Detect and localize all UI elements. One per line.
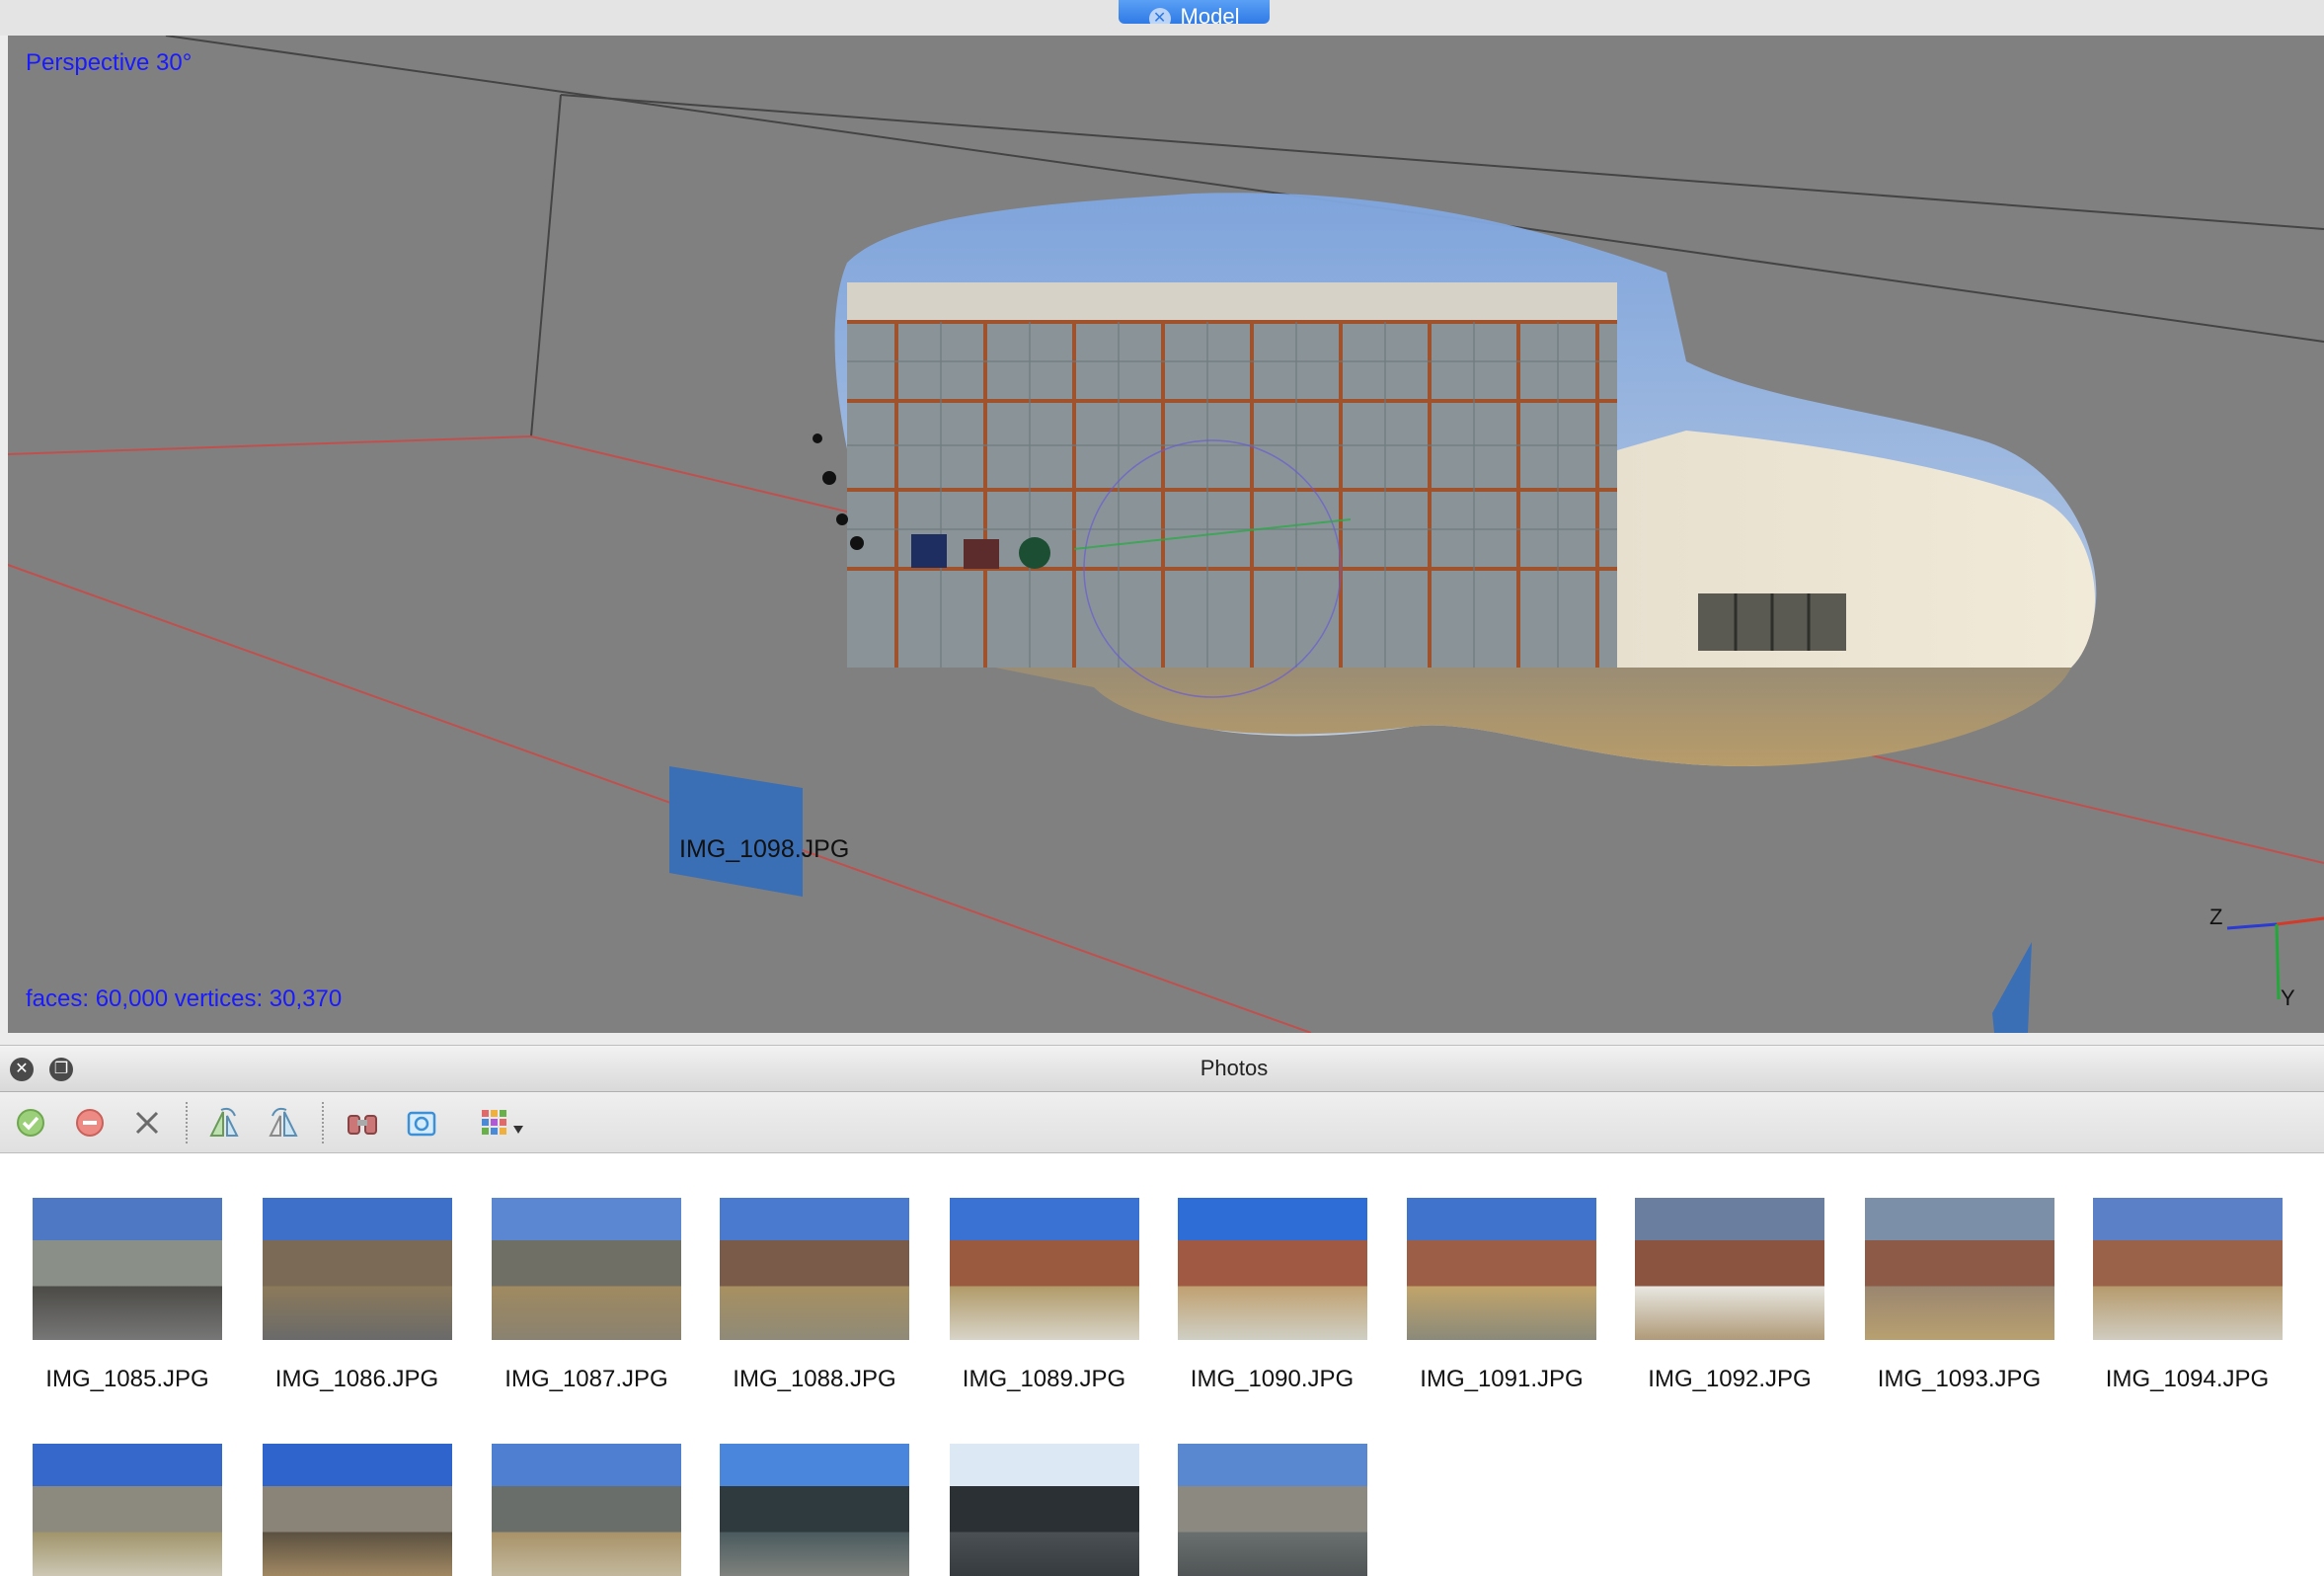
x-icon: [135, 1111, 159, 1135]
photos-toolbar: [0, 1092, 2324, 1153]
photo-thumbnail[interactable]: [949, 1444, 1139, 1576]
photos-titlebar: ✕ ❐ Photos: [0, 1045, 2324, 1092]
model-scene: [8, 36, 2324, 1033]
enable-photos-button[interactable]: [12, 1104, 49, 1142]
photo-thumbnail[interactable]: [1864, 1198, 2054, 1340]
photo-thumbnail[interactable]: [2092, 1198, 2283, 1340]
rotate-right-button[interactable]: [205, 1104, 243, 1142]
photo-thumbnail[interactable]: [1635, 1198, 1824, 1340]
photo-filename: IMG_1092.JPG: [1648, 1366, 1812, 1392]
photo-thumbnail[interactable]: [262, 1444, 452, 1576]
remove-photos-button[interactable]: [128, 1104, 166, 1142]
rotate-right-icon: [209, 1107, 239, 1137]
photo-filename: IMG_1090.JPG: [1190, 1366, 1355, 1392]
minus-circle-icon: [76, 1109, 104, 1137]
grid-icon: [482, 1110, 523, 1135]
photo-filename: IMG_1087.JPG: [504, 1366, 668, 1392]
photos-panel: ✕ ❐ Photos IMG_1085.JPG IMG_1086.JPG IMG…: [0, 1045, 2324, 1576]
view-mode-dropdown[interactable]: [478, 1104, 537, 1142]
axis-label-z: Z: [2209, 905, 2223, 929]
close-icon[interactable]: ✕: [1148, 8, 1171, 24]
toolbar-separator: [186, 1102, 188, 1143]
chevron-down-icon: [513, 1126, 523, 1134]
camera-frustum: [669, 766, 803, 897]
photo-thumbnail[interactable]: [1177, 1444, 1367, 1576]
axis-label-y: Y: [2281, 985, 2295, 1010]
binoculars-icon: [348, 1115, 377, 1135]
photo-grid: IMG_1085.JPG IMG_1086.JPG IMG_1087.JPG IMG_…: [0, 1153, 2324, 1576]
camera-label[interactable]: IMG_1098.JPG: [679, 835, 849, 864]
photo-thumbnail[interactable]: [1407, 1198, 1596, 1340]
photo-thumbnail[interactable]: [33, 1198, 222, 1340]
panel-title: Photos: [1200, 1056, 1269, 1080]
mesh-stats: faces: 60,000 vertices: 30,370: [26, 985, 343, 1012]
photo-filename: IMG_1086.JPG: [274, 1366, 439, 1392]
photo-thumbnail[interactable]: [720, 1444, 909, 1576]
projection-label: Perspective 30°: [26, 49, 193, 76]
axis-gizmo: [2226, 916, 2324, 1000]
photo-thumbnail[interactable]: [949, 1198, 1139, 1340]
check-circle-icon: [17, 1109, 44, 1137]
camera-frustum-partial: [1992, 942, 2032, 1033]
disable-photos-button[interactable]: [71, 1104, 109, 1142]
photo-thumbnail[interactable]: [492, 1198, 681, 1340]
rotate-left-button[interactable]: [265, 1104, 302, 1142]
view-photo-button[interactable]: [403, 1104, 440, 1142]
photo-thumbnail[interactable]: [720, 1198, 909, 1340]
document-tab-bar: ✕ Model: [0, 0, 2324, 36]
camera-icon: [407, 1111, 436, 1137]
tab-model-label: Model: [1180, 4, 1240, 24]
photo-thumbnail[interactable]: [262, 1198, 452, 1340]
model-viewport[interactable]: Perspective 30° faces: 60,000 vertices: …: [8, 36, 2324, 1033]
photo-thumbnail[interactable]: [33, 1444, 222, 1576]
photo-filename: IMG_1085.JPG: [45, 1366, 209, 1392]
rotate-left-icon: [269, 1107, 298, 1137]
photo-thumbnail[interactable]: [492, 1444, 681, 1576]
toolbar-separator: [322, 1102, 324, 1143]
reset-filter-button[interactable]: [344, 1104, 381, 1142]
tab-model[interactable]: ✕ Model: [1119, 0, 1270, 24]
photo-filename: IMG_1088.JPG: [733, 1366, 896, 1392]
building-mesh: [813, 193, 2097, 766]
photo-filename: IMG_1091.JPG: [1420, 1366, 1584, 1392]
photo-filename: IMG_1093.JPG: [1877, 1366, 2042, 1392]
photo-filename: IMG_1089.JPG: [962, 1366, 1126, 1392]
photo-thumbnail[interactable]: [1177, 1198, 1367, 1340]
photo-filename: IMG_1094.JPG: [2105, 1366, 2270, 1392]
